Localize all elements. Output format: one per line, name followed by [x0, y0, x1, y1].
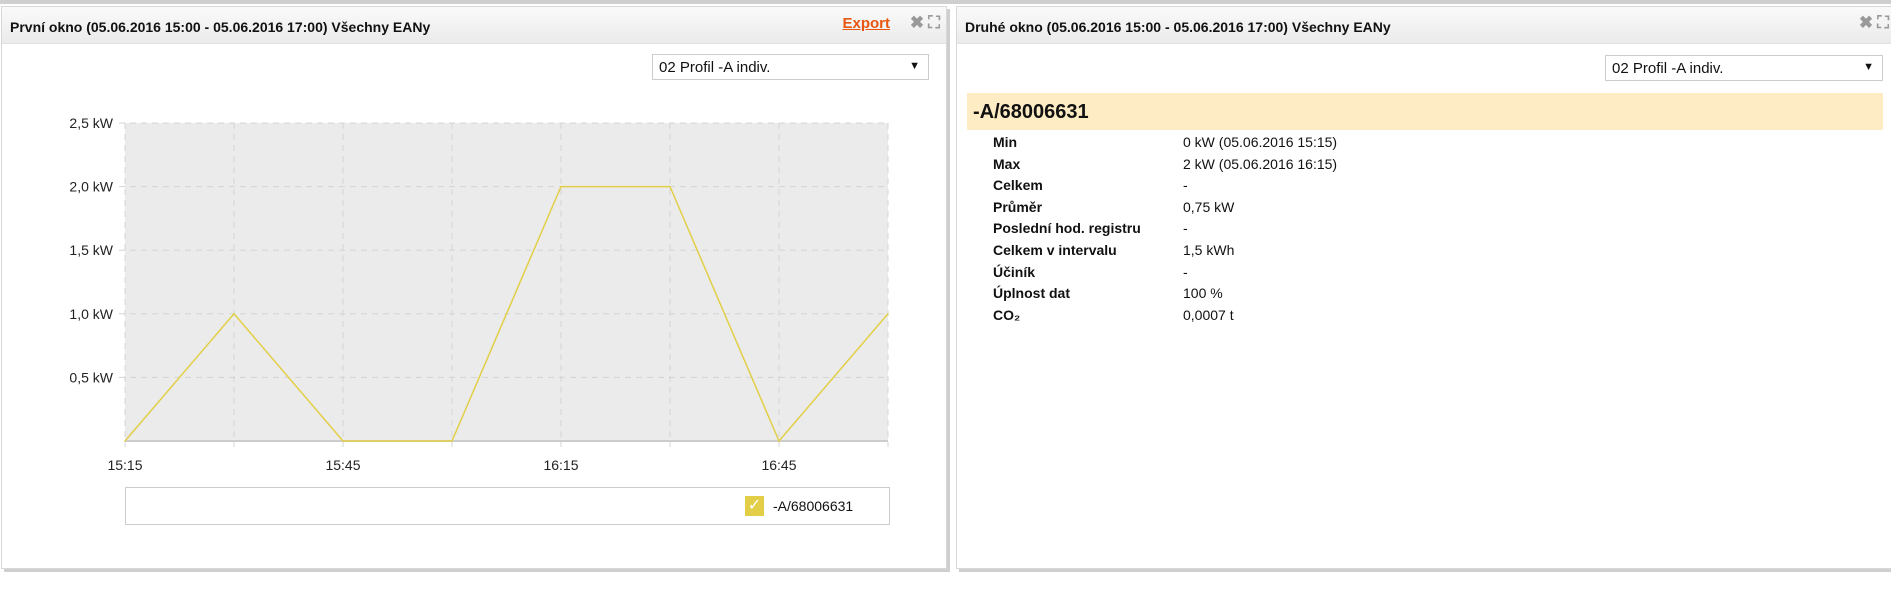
stat-value: 100 %	[1183, 285, 1223, 302]
stat-row: Účiník -	[993, 264, 1693, 284]
plot-area	[125, 123, 888, 441]
data-point	[342, 440, 344, 442]
x-tick-label: 15:45	[325, 457, 360, 473]
panel-title: Druhé okno (05.06.2016 15:00 - 05.06.201…	[965, 19, 1391, 35]
x-tick-label: 16:15	[543, 457, 578, 473]
stat-label: Poslední hod. registru	[993, 220, 1141, 237]
stat-label: Celkem v intervalu	[993, 242, 1117, 258]
stat-row: Průměr 0,75 kW	[993, 199, 1693, 219]
profile-select[interactable]: 02 Profil -A indiv. ▼	[1605, 55, 1883, 81]
chevron-down-icon: ▼	[1863, 61, 1874, 73]
y-tick-label: 2,0 kW	[69, 179, 113, 195]
data-point	[124, 440, 126, 442]
stat-value: 2 kW (05.06.2016 16:15)	[1183, 155, 1338, 172]
ean-title: -A/68006631	[973, 101, 1089, 123]
data-point	[669, 185, 671, 188]
data-point	[233, 313, 235, 315]
chart-legend: ✓ -A/68006631	[125, 487, 890, 525]
stat-row: Max 2 kW (05.06.2016 16:15)	[993, 156, 1693, 176]
stat-value: 0,0007 t	[1183, 306, 1234, 323]
top-bar	[0, 0, 1891, 4]
maximize-icon[interactable]: ⛶	[1877, 13, 1889, 33]
stat-row: Poslední hod. registru -	[993, 220, 1693, 240]
stat-row: Celkem v intervalu 1,5 kWh	[993, 242, 1693, 262]
stat-value: -	[1183, 177, 1188, 194]
panel-header: Druhé okno (05.06.2016 15:00 - 05.06.201…	[957, 7, 1891, 44]
stat-value: 0 kW (05.06.2016 15:15)	[1183, 134, 1338, 150]
second-window-panel: Druhé okno (05.06.2016 15:00 - 05.06.201…	[956, 6, 1891, 569]
stat-label: Účiník	[993, 263, 1036, 280]
data-point	[778, 440, 780, 442]
y-tick-label: 1,5 kW	[69, 242, 113, 258]
stat-row: Min 0 kW (05.06.2016 15:15)	[993, 134, 1693, 154]
x-tick-label: 16:45	[761, 457, 796, 473]
stat-value: -	[1183, 263, 1188, 280]
y-tick-label: 2,5 kW	[69, 115, 113, 131]
stat-label: Průměr	[993, 198, 1043, 215]
data-point	[451, 440, 453, 442]
stat-value: -	[1183, 220, 1188, 237]
stat-label: Max	[993, 155, 1021, 172]
first-window-panel: První okno (05.06.2016 15:00 - 05.06.201…	[1, 6, 947, 569]
legend-checkbox[interactable]: ✓	[745, 496, 764, 516]
stat-label: Celkem	[993, 177, 1043, 194]
profile-select-value: 02 Profil -A indiv.	[1612, 60, 1724, 77]
stat-value: 0,75 kW	[1183, 198, 1235, 215]
stat-label: CO₂	[993, 306, 1021, 323]
stat-label: Úplnost dat	[993, 285, 1070, 302]
y-tick-label: 0,5 kW	[69, 369, 113, 385]
line-chart: 0,5 kW 1,0 kW 1,5 kW 2,0 kW 2,5 kW 15:15 15:45…	[69, 115, 889, 473]
x-tick-label: 15:15	[107, 457, 142, 473]
stat-value: 1,5 kWh	[1183, 242, 1235, 258]
data-point	[887, 313, 889, 315]
y-tick-label: 1,0 kW	[69, 306, 113, 322]
close-icon[interactable]: ✖	[1859, 13, 1873, 33]
legend-label: -A/68006631	[773, 498, 854, 514]
stat-label: Min	[993, 134, 1018, 150]
stat-row: CO₂ 0,0007 t	[993, 307, 1693, 327]
ean-header: -A/68006631	[967, 93, 1883, 130]
data-point	[560, 185, 562, 188]
stat-row: Celkem -	[993, 177, 1693, 197]
stat-row: Úplnost dat 100 %	[993, 285, 1693, 305]
